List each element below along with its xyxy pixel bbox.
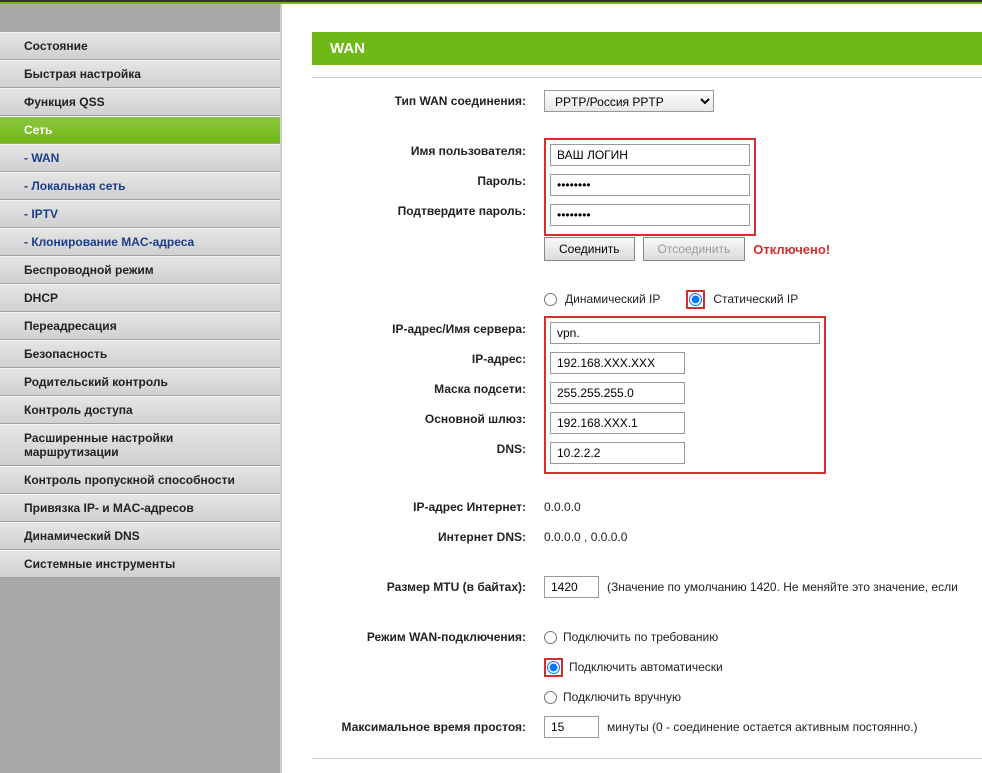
label-ip: IP-адрес: [312,352,544,366]
radio-auto[interactable] [547,661,560,674]
sidebar-item-wireless[interactable]: Беспроводной режим [0,256,280,284]
label-on-demand: Подключить по требованию [563,630,718,644]
label-password: Пароль: [312,174,544,188]
label-wan-type: Тип WAN соединения: [312,94,544,108]
sidebar-item-parental[interactable]: Родительский контроль [0,368,280,396]
label-server: IP-адрес/Имя сервера: [312,322,544,336]
main-panel: WAN Тип WAN соединения: PPTP/Россия PPTP… [280,4,982,773]
panel-title: WAN [312,32,982,65]
sidebar-item-system[interactable]: Системные инструменты [0,550,280,578]
input-confirm-password[interactable] [550,204,750,226]
label-mtu: Размер MTU (в байтах): [312,580,544,594]
sidebar-item-access-control[interactable]: Контроль доступа [0,396,280,424]
value-inet-dns: 0.0.0.0 , 0.0.0.0 [544,530,627,544]
label-wan-mode: Режим WAN-подключения: [312,630,544,644]
credentials-highlight [544,138,756,236]
sidebar-item-qss[interactable]: Функция QSS [0,88,280,116]
hint-mtu: (Значение по умолчанию 1420. Не меняйте … [607,580,958,594]
static-ip-highlight [686,290,705,309]
radio-manual[interactable] [544,691,557,704]
input-mtu[interactable] [544,576,599,598]
sidebar: Состояние Быстрая настройка Функция QSS … [0,4,280,773]
sidebar-item-routing[interactable]: Расширенные настройки маршрутизации [0,424,280,466]
label-auto: Подключить автоматически [569,660,723,674]
radio-dynamic-ip[interactable] [544,293,557,306]
sidebar-item-security[interactable]: Безопасность [0,340,280,368]
label-inet-dns: Интернет DNS: [312,530,544,544]
connection-status: Отключено! [753,242,830,257]
sidebar-item-wan[interactable]: - WAN [0,144,280,172]
sidebar-item-forwarding[interactable]: Переадресация [0,312,280,340]
label-confirm-password: Подтвердите пароль: [312,204,544,218]
auto-highlight [544,658,563,677]
radio-on-demand[interactable] [544,631,557,644]
input-dns[interactable] [550,442,685,464]
input-username[interactable] [550,144,750,166]
disconnect-button[interactable]: Отсоединить [643,237,746,261]
input-ip[interactable] [550,352,685,374]
sidebar-item-bandwidth[interactable]: Контроль пропускной способности [0,466,280,494]
sidebar-item-iptv[interactable]: - IPTV [0,200,280,228]
sidebar-item-dhcp[interactable]: DHCP [0,284,280,312]
sidebar-item-ip-mac[interactable]: Привязка IP- и MAC-адресов [0,494,280,522]
radio-static-ip[interactable] [689,293,702,306]
label-mask: Маска подсети: [312,382,544,396]
input-server[interactable] [550,322,820,344]
sidebar-item-ddns[interactable]: Динамический DNS [0,522,280,550]
input-gateway[interactable] [550,412,685,434]
input-max-idle[interactable] [544,716,599,738]
server-highlight [544,316,826,474]
label-dynamic-ip: Динамический IP [565,292,660,306]
sidebar-item-quick-setup[interactable]: Быстрая настройка [0,60,280,88]
sidebar-item-mac-clone[interactable]: - Клонирование MAC-адреса [0,228,280,256]
label-inet-ip: IP-адрес Интернет: [312,500,544,514]
label-dns: DNS: [312,442,544,456]
label-gateway: Основной шлюз: [312,412,544,426]
label-static-ip: Статический IP [713,292,798,306]
connect-button[interactable]: Соединить [544,237,635,261]
label-manual: Подключить вручную [563,690,681,704]
label-max-idle: Максимальное время простоя: [312,720,544,734]
select-wan-type[interactable]: PPTP/Россия PPTP [544,90,714,112]
sidebar-item-lan[interactable]: - Локальная сеть [0,172,280,200]
input-mask[interactable] [550,382,685,404]
value-inet-ip: 0.0.0.0 [544,500,581,514]
hint-idle: минуты (0 - соединение остается активным… [607,720,918,734]
input-password[interactable] [550,174,750,196]
sidebar-item-network[interactable]: Сеть [0,116,280,144]
sidebar-item-status[interactable]: Состояние [0,32,280,60]
label-username: Имя пользователя: [312,144,544,158]
